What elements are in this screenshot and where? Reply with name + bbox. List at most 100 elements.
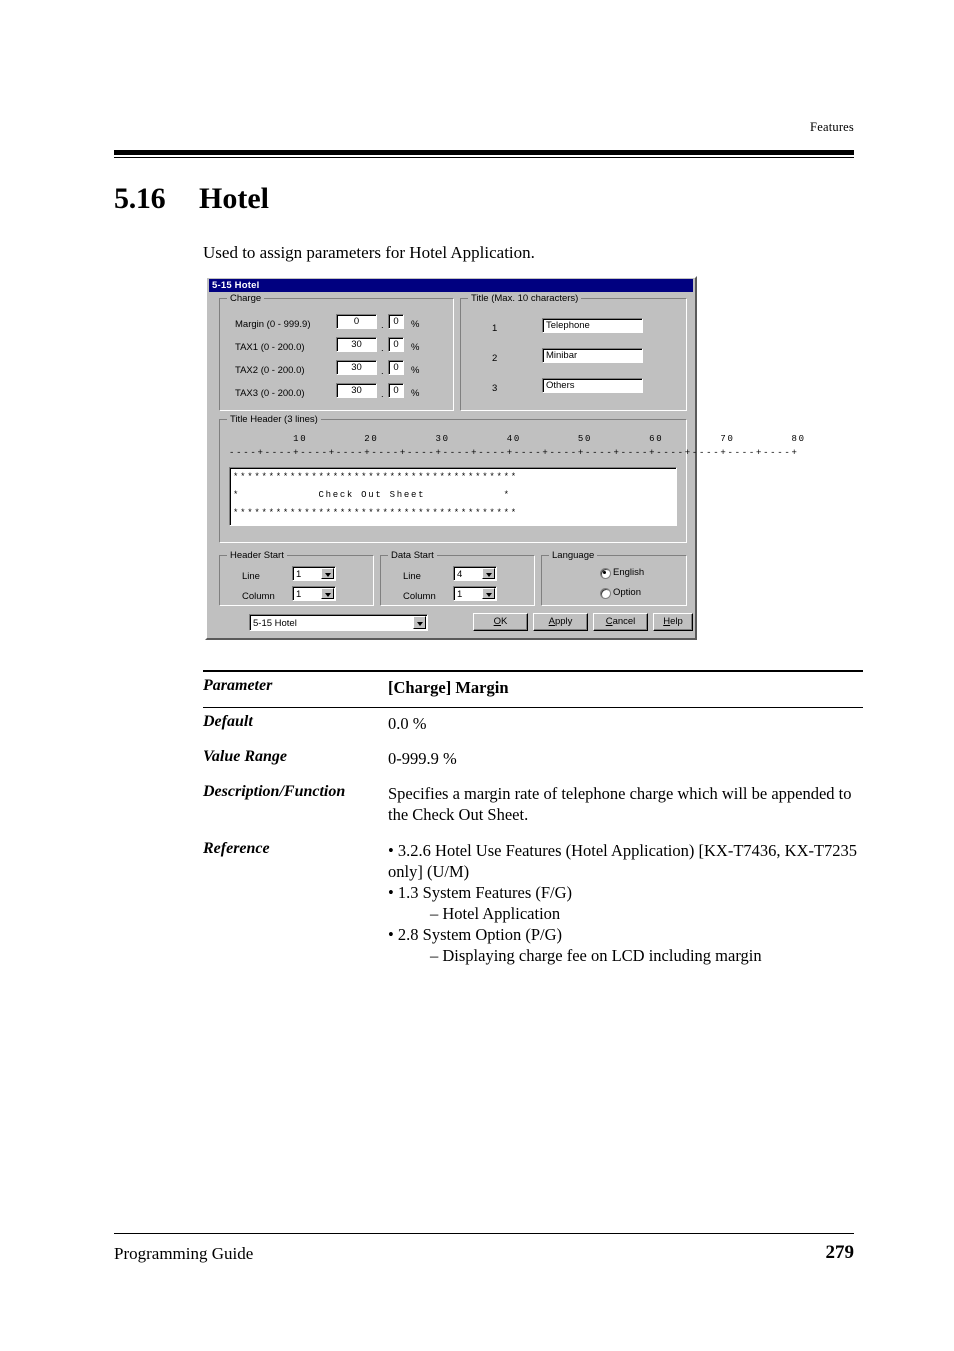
title-2-input[interactable]: Minibar [542,348,643,363]
title-row-3-number: 3 [492,383,498,394]
ruler-numbers: 10 20 30 40 50 60 70 80 [229,434,806,444]
cancel-button[interactable]: Cancel [593,613,648,631]
parameter-value: [Charge] Margin [388,672,863,707]
title-header-line-3: **************************************** [233,508,518,518]
tax3-decimal-separator: . [381,389,384,400]
data-start-column-select[interactable]: 1 [453,586,497,601]
language-group-label: Language [549,550,598,561]
footer-page-number: 279 [825,1242,855,1263]
tax1-label: TAX1 (0 - 200.0) [235,342,305,353]
table-row: Reference • 3.2.6 Hotel Use Features (Ho… [203,835,863,976]
title-row-1-number: 1 [492,323,498,334]
data-start-column-value: 1 [457,589,463,600]
dialog-titlebar: 5-15 Hotel [209,279,693,292]
list-item: • 2.8 System Option (P/G) [388,924,562,944]
table-row: Parameter [Charge] Margin [203,672,863,707]
header-start-group-label: Header Start [227,550,287,561]
page-title: Hotel [199,182,269,215]
tax1-percent-unit: % [411,342,420,353]
tax3-dec-input[interactable]: 0 [388,383,404,398]
table-row: Description/Function Specifies a margin … [203,778,863,834]
tax2-decimal-separator: . [381,366,384,377]
parameter-value-text: [Charge] Margin [388,678,509,697]
language-radio-english[interactable]: English [600,568,644,579]
margin-percent-unit: % [411,319,420,330]
table-row: Default 0.0 % [203,708,863,743]
value-range-value: 0-999.9 % [388,749,457,769]
title-header-group-label: Title Header (3 lines) [227,414,321,425]
value-range-key: Value Range [203,748,288,766]
description-key: Description/Function [203,783,346,801]
tax1-dec-input[interactable]: 0 [388,337,404,352]
chevron-down-icon[interactable] [482,568,495,579]
list-item: • 1.3 System Features (F/G) [388,882,573,902]
help-button[interactable]: Help [653,613,693,631]
intro-paragraph: Used to assign parameters for Hotel Appl… [203,243,535,262]
title-header-line-2: * Check Out Sheet * [233,490,511,500]
title-header-line-1: **************************************** [233,472,518,482]
data-start-column-label: Column [403,591,436,602]
ruler-ticks: ----+----+----+----+----+----+----+----+… [229,448,799,458]
hotel-dialog-window: 5-15 Hotel Charge Margin (0 - 999.9) 0 .… [205,276,804,640]
data-start-group-label: Data Start [388,550,437,561]
ok-button-mnemonic: O [493,616,502,627]
header-start-column-select[interactable]: 1 [292,586,336,601]
parameter-key: Parameter [203,677,273,694]
apply-button[interactable]: Apply [533,613,588,631]
list-item: – Hotel Application [430,903,561,923]
margin-int-input[interactable]: 0 [336,314,377,329]
header-start-line-select[interactable]: 1 [292,566,336,581]
tax1-int-input[interactable]: 30 [336,337,377,352]
margin-decimal-separator: . [381,320,384,331]
tax3-percent-unit: % [411,388,420,399]
header-divider-rule [114,150,854,158]
tax2-dec-input[interactable]: 0 [388,360,404,375]
title-row-2-number: 2 [492,353,498,364]
help-button-label: elp [670,616,683,627]
screen-selector-value: 5-15 Hotel [253,618,297,629]
header-start-column-label: Column [242,591,275,602]
data-start-line-select[interactable]: 4 [453,566,497,581]
margin-label: Margin (0 - 999.9) [235,319,311,330]
language-radio-option[interactable]: Option [600,588,641,599]
cancel-button-mnemonic: C [605,616,613,627]
reference-list: • 3.2.6 Hotel Use Features (Hotel Applic… [388,840,863,967]
apply-button-label: pply [554,616,573,627]
section-number: 5.16 [114,182,166,215]
chevron-down-icon[interactable] [413,616,426,629]
default-value: 0.0 % [388,714,427,734]
ok-button-label: K [501,616,508,627]
description-value: Specifies a margin rate of telephone cha… [388,784,852,825]
margin-dec-input[interactable]: 0 [388,314,404,329]
tax2-int-input[interactable]: 30 [336,360,377,375]
charge-group-label: Charge [227,293,265,304]
chevron-down-icon[interactable] [321,588,334,599]
running-header: Features [810,120,854,134]
screen-selector-combo[interactable]: 5-15 Hotel [249,614,428,631]
tax3-label: TAX3 (0 - 200.0) [235,388,305,399]
tax2-label: TAX2 (0 - 200.0) [235,365,305,376]
chevron-down-icon[interactable] [482,588,495,599]
tax3-int-input[interactable]: 30 [336,383,377,398]
tax1-decimal-separator: . [381,343,384,354]
default-key: Default [203,713,253,731]
footer-divider-rule [114,1233,854,1234]
title-group-label: Title (Max. 10 characters) [468,293,582,304]
cancel-button-label: ancel [612,616,636,627]
data-start-line-label: Line [403,571,421,582]
header-start-column-value: 1 [296,589,302,600]
parameter-table: Parameter [Charge] Margin Default 0.0 % … [203,670,863,975]
chevron-down-icon[interactable] [321,568,334,579]
reference-value: • 3.2.6 Hotel Use Features (Hotel Applic… [388,835,863,976]
ok-button[interactable]: OK [473,613,528,631]
header-start-line-label: Line [242,571,260,582]
title-header-textarea[interactable]: ****************************************… [229,467,677,526]
reference-key: Reference [203,839,270,857]
data-start-line-value: 4 [457,569,463,580]
title-3-input[interactable]: Others [542,378,643,393]
title-1-input[interactable]: Telephone [542,318,643,333]
tax2-percent-unit: % [411,365,420,376]
table-row: Value Range 0-999.9 % [203,743,863,778]
header-start-line-value: 1 [296,569,302,580]
list-item: – Displaying charge fee on LCD including… [430,946,762,966]
